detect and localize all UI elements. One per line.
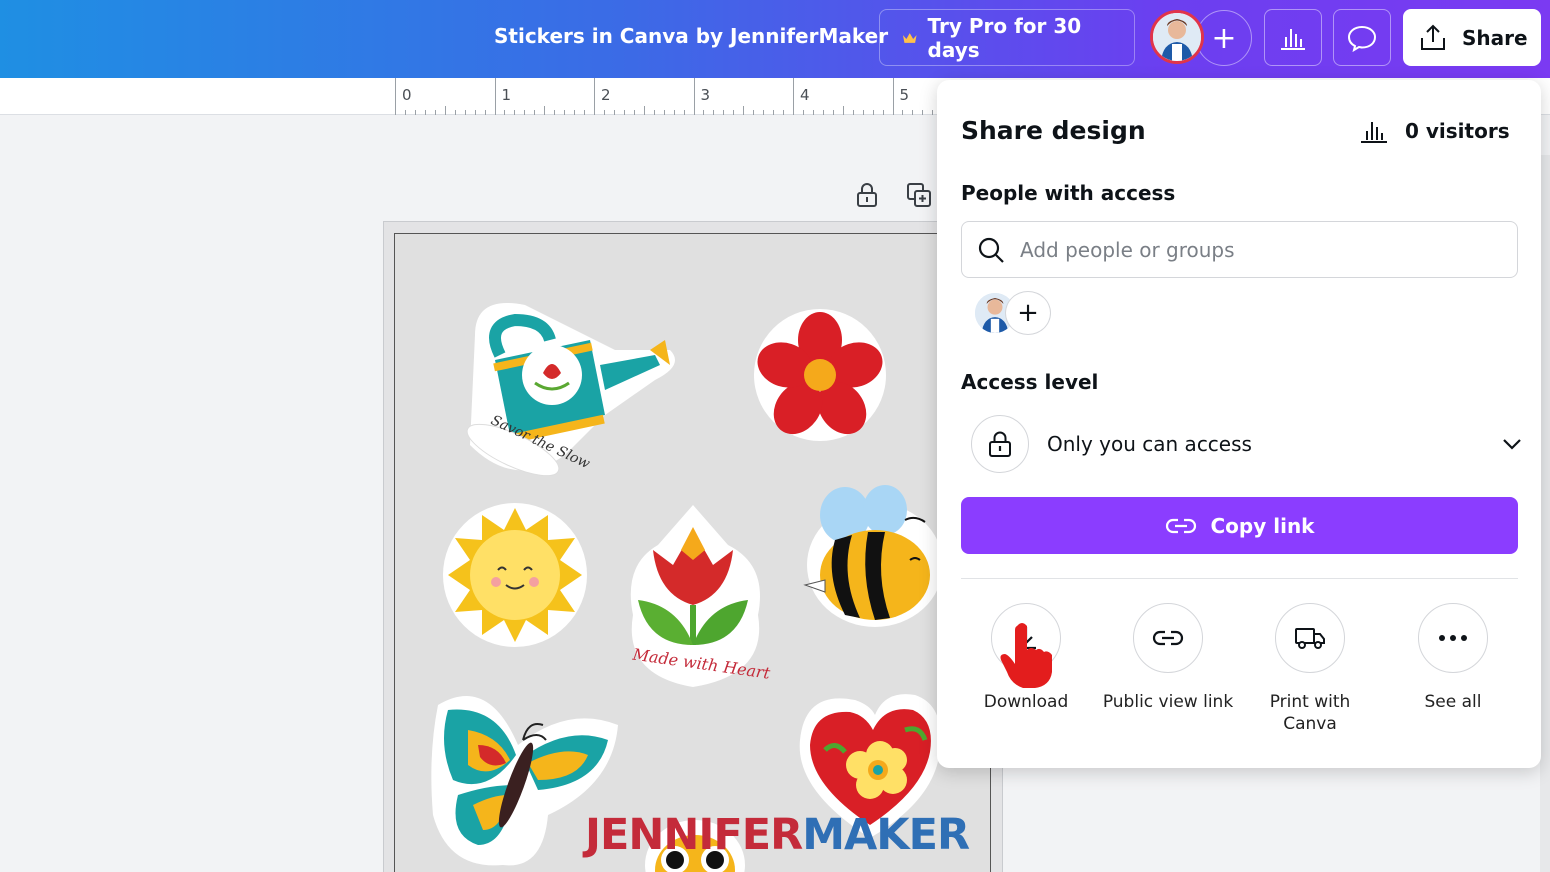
lock-icon [857,183,877,207]
insights-icon [1361,122,1387,143]
ruler-tick [842,106,844,115]
link-icon [1165,518,1196,533]
watering-can-sticker[interactable]: Savor the Slow [455,295,685,485]
print-with-canva-button[interactable] [1275,603,1345,673]
ruler-number: 5 [899,86,910,104]
watermark-part1: JENNIFER [585,810,803,860]
pointer-hand-icon [1000,623,1052,688]
visitors-count: 0 visitors [1405,119,1510,143]
search-icon [978,237,1004,263]
ruler-number: 0 [402,86,412,104]
comments-button[interactable] [1333,9,1391,66]
lock-icon [989,431,1011,457]
public-view-link-label: Public view link [1102,692,1234,712]
lock-icon-circle [971,415,1029,473]
bee-sticker[interactable] [800,480,945,630]
ruler-strip: 0 1 2 3 4 5 [395,78,955,115]
panel-title: Share design [961,116,1146,145]
people-with-access-label: People with access [961,181,1176,205]
ruler-tick [793,78,794,115]
visitors-insights[interactable]: 0 visitors [1359,118,1510,144]
copy-link-button[interactable]: Copy link [961,497,1518,554]
crown-icon [902,32,917,43]
add-people-button[interactable]: + [1005,291,1051,335]
ruler-tick [743,106,745,115]
ruler-tick [444,106,446,115]
add-people-input[interactable] [1020,237,1500,262]
copy-link-label: Copy link [1210,513,1315,538]
ruler-tick [594,78,595,115]
avatar[interactable] [1150,10,1204,64]
duplicate-icon [907,183,931,207]
share-button[interactable]: Share [1403,9,1541,66]
ruler-number: 1 [501,86,512,104]
watermark-part2: MAKER [802,810,970,860]
link-icon [1152,630,1184,646]
add-people-field[interactable] [961,221,1518,278]
document-title[interactable]: Stickers in Canva by JenniferMaker [494,24,888,48]
ruler-number: 2 [601,86,611,104]
top-bar: Stickers in Canva by JenniferMaker Try P… [0,0,1550,78]
access-level-value: Only you can access [1047,432,1252,456]
public-view-link-button[interactable] [1133,603,1203,673]
chevron-down-icon [1503,439,1521,450]
lock-page-button[interactable] [855,182,879,212]
duplicate-page-button[interactable] [906,182,932,212]
watermark: JENNIFERMAKER [585,810,970,860]
access-level-dropdown[interactable]: Only you can access [971,414,1523,474]
public-view-link-action[interactable]: Public view link [1098,603,1238,713]
try-pro-button[interactable]: Try Pro for 30 days [879,9,1135,66]
tulip-sticker[interactable]: Made with Heart [618,505,773,690]
divider [961,578,1518,579]
insights-button[interactable] [1264,9,1322,66]
ruler-number: 3 [700,86,711,104]
ruler-tick [395,78,396,115]
try-pro-label: Try Pro for 30 days [927,13,1082,62]
print-with-canva-label: Print with Canva [1269,692,1351,734]
red-flower-sticker[interactable] [750,305,890,445]
vertical-scrollbar[interactable] [1540,155,1550,872]
see-all-label: See all [1424,692,1482,712]
download-label: Download [983,692,1069,712]
more-icon [1439,635,1467,641]
sun-sticker[interactable] [440,500,590,650]
see-all-button[interactable] [1418,603,1488,673]
plus-icon: + [1017,298,1039,328]
truck-icon [1295,628,1325,649]
ruler-tick [544,106,546,115]
invite-plus-button[interactable]: + [1196,10,1252,66]
ruler-tick [643,106,645,115]
share-upload-icon [1421,24,1445,50]
comment-icon [1347,25,1377,52]
ruler-number: 4 [800,86,810,104]
plus-icon: + [1211,20,1237,56]
ruler-tick [892,78,894,115]
avatar-image [1153,13,1201,61]
print-with-canva-action[interactable]: Print with Canva [1240,603,1380,735]
ruler-tick [494,78,496,115]
share-label: Share [1462,25,1528,50]
access-level-label: Access level [961,370,1099,394]
ruler-tick [693,78,695,115]
see-all-action[interactable]: See all [1383,603,1523,713]
insights-icon [1281,28,1305,50]
